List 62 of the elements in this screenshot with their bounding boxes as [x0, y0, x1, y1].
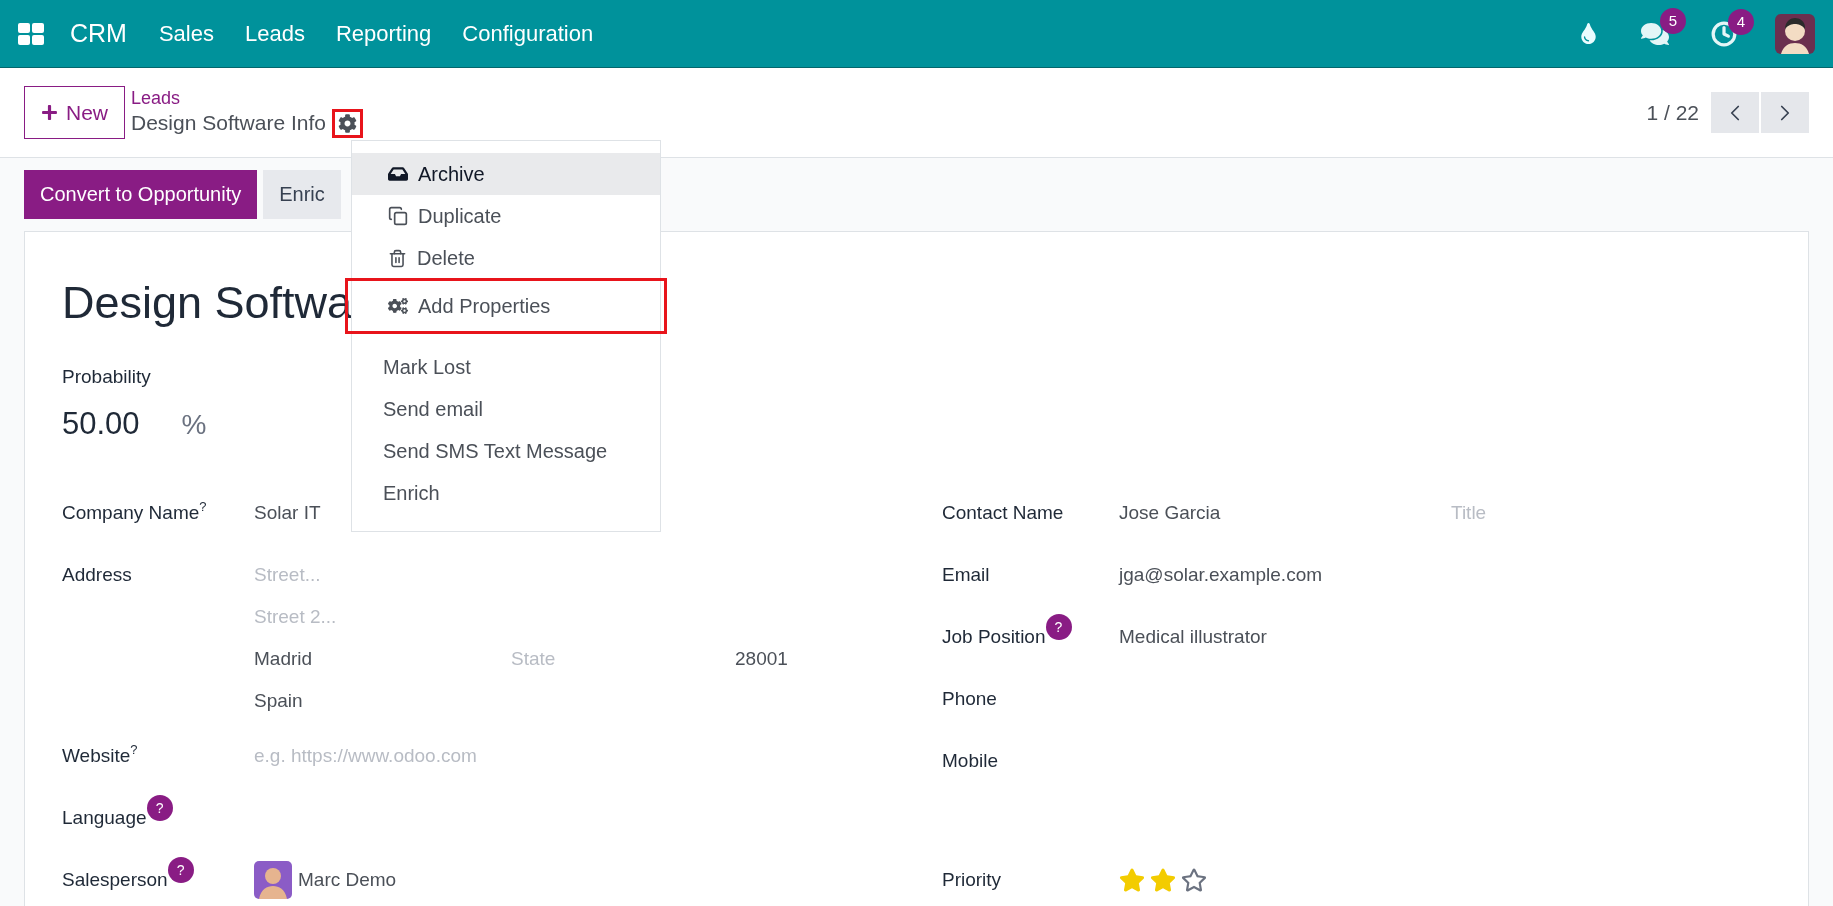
- notification-count: 4: [1728, 8, 1754, 35]
- plus-icon: [41, 104, 58, 121]
- action-button[interactable]: Convert to Opportunity: [24, 170, 258, 219]
- field-label: Probability: [62, 366, 151, 388]
- user-avatar[interactable]: [1775, 13, 1815, 54]
- nav-menu-item[interactable]: Sales: [158, 20, 214, 47]
- field-label: Address: [62, 563, 132, 587]
- field-label: Website: [62, 744, 131, 768]
- field-label: Company Name: [62, 501, 200, 525]
- menu-item[interactable]: Mark Lost: [352, 346, 660, 388]
- probability-value[interactable]: 50.00: [62, 406, 140, 442]
- help-badge[interactable]: ?: [146, 795, 173, 821]
- help-mark: ?: [130, 743, 138, 756]
- menu-item[interactable]: Send SMS Text Message: [352, 430, 660, 472]
- new-button[interactable]: New: [24, 86, 125, 139]
- field-label: Phone: [942, 687, 997, 711]
- star-icon[interactable]: [1181, 867, 1207, 893]
- droplet-icon[interactable]: [1578, 23, 1599, 44]
- menu-item[interactable]: Duplicate: [352, 195, 660, 237]
- field-label: Priority: [942, 868, 1002, 892]
- breadcrumb-link[interactable]: Leads: [131, 87, 363, 109]
- percent-unit: %: [181, 409, 207, 441]
- field-value[interactable]: Marc Demo: [298, 859, 397, 901]
- copy-icon: [388, 206, 408, 226]
- nav-menu-item[interactable]: Configuration: [462, 20, 594, 47]
- apps-menu-icon[interactable]: [18, 22, 44, 45]
- notification-count: 5: [1660, 7, 1686, 34]
- inbox-icon: [388, 164, 408, 184]
- field-label: Language: [62, 806, 147, 830]
- settings-button[interactable]: [331, 108, 363, 138]
- star-icon[interactable]: [1150, 867, 1176, 893]
- field-value[interactable]: Solar IT: [254, 492, 321, 534]
- nav-menu-item[interactable]: Leads: [245, 20, 305, 47]
- field-label: Salesperson: [62, 868, 168, 892]
- star-icon[interactable]: [1119, 867, 1145, 893]
- menu-item[interactable]: Enrich: [352, 472, 660, 514]
- field-value[interactable]: 28001: [735, 648, 788, 669]
- field-label: Contact Name: [942, 501, 1064, 525]
- field-value[interactable]: Madrid: [254, 648, 313, 669]
- menu-item[interactable]: Archive: [352, 153, 660, 195]
- menu-item[interactable]: Send email: [352, 388, 660, 430]
- action-button[interactable]: Enric: [263, 170, 341, 219]
- pager-counter: 1 / 22: [1646, 100, 1699, 125]
- help-badge[interactable]: ?: [167, 857, 194, 883]
- gears-icon: [388, 296, 408, 316]
- field-value[interactable]: Medical illustrator: [1119, 616, 1267, 658]
- help-mark: ?: [199, 500, 207, 513]
- menu-item[interactable]: Delete: [352, 237, 660, 279]
- field-value[interactable]: jga@solar.example.com: [1119, 554, 1323, 596]
- field-value[interactable]: Spain: [254, 690, 303, 711]
- menu-item[interactable]: Add Properties: [352, 285, 660, 327]
- field-value[interactable]: Jose Garcia: [1119, 492, 1221, 534]
- nav-menu-item[interactable]: Reporting: [335, 20, 432, 47]
- record-name: Design Software Info: [131, 111, 326, 135]
- field-label: Mobile: [942, 749, 998, 773]
- app-name[interactable]: CRM: [70, 19, 127, 48]
- avatar: [254, 861, 292, 899]
- clock-icon[interactable]: [1711, 20, 1737, 47]
- field-label: Job Position: [942, 625, 1046, 649]
- trash-icon: [388, 248, 407, 268]
- field-label: Email: [942, 563, 990, 587]
- help-badge[interactable]: ?: [1045, 614, 1072, 640]
